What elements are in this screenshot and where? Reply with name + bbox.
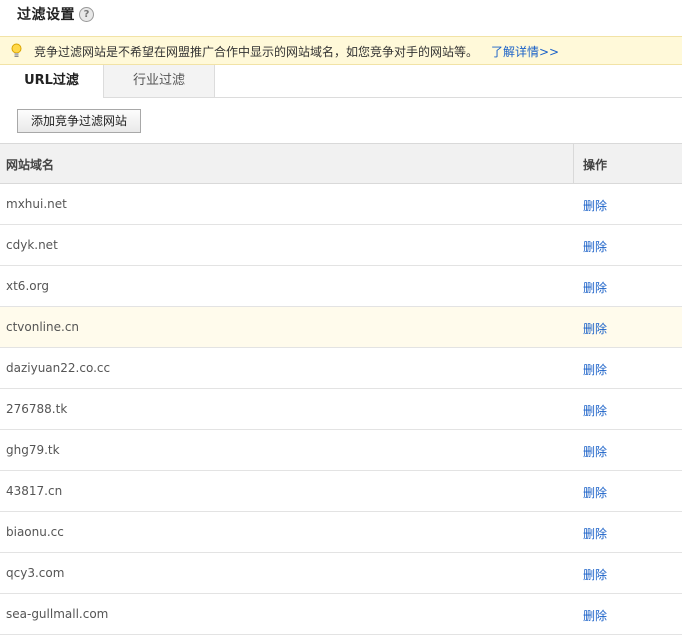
table-row: daziyuan22.co.cc 删除 [0, 348, 682, 389]
domain-cell: xt6.org [6, 279, 49, 293]
notice-text: 竞争过滤网站是不希望在网盟推广合作中显示的网站域名，如您竞争对手的网站等。 [34, 45, 479, 59]
learn-more-link[interactable]: 了解详情>> [491, 43, 559, 60]
domain-cell: ctvonline.cn [6, 320, 80, 334]
table-row: biaonu.cc 删除 [0, 512, 682, 553]
notice-banner: 竞争过滤网站是不希望在网盟推广合作中显示的网站域名，如您竞争对手的网站等。 了解… [0, 36, 682, 65]
domain-cell: sea-gullmall.com [6, 607, 109, 621]
tab-bar: URL过滤 行业过滤 [0, 65, 682, 98]
lightbulb-icon [11, 43, 22, 57]
delete-link[interactable]: 删除 [583, 238, 607, 255]
title-bar: 过滤设置 ? [0, 0, 682, 36]
delete-link[interactable]: 删除 [583, 197, 607, 214]
column-header-action: 操作 [583, 158, 608, 172]
delete-link[interactable]: 删除 [583, 566, 607, 583]
table-row: 43817.cn 删除 [0, 471, 682, 512]
delete-link[interactable]: 删除 [583, 402, 607, 419]
delete-link[interactable]: 删除 [583, 279, 607, 296]
domain-cell: ghg79.tk [6, 443, 60, 457]
tab-industry-filter[interactable]: 行业过滤 [104, 65, 215, 97]
table-row: cdyk.net 删除 [0, 225, 682, 266]
domain-cell: mxhui.net [6, 197, 67, 211]
table-row: xt6.org 删除 [0, 266, 682, 307]
table-row: mxhui.net 删除 [0, 184, 682, 225]
table-row: qcy3.com 删除 [0, 553, 682, 594]
table-body: mxhui.net 删除 cdyk.net 删除 xt6.org 删除 ctvonline.… [0, 184, 682, 635]
delete-link[interactable]: 删除 [583, 443, 607, 460]
domain-cell: daziyuan22.co.cc [6, 361, 111, 375]
delete-link[interactable]: 删除 [583, 607, 607, 624]
domain-cell: cdyk.net [6, 238, 58, 252]
delete-link[interactable]: 删除 [583, 525, 607, 542]
help-icon[interactable]: ? [79, 7, 94, 22]
table-row: sea-gullmall.com 删除 [0, 594, 682, 635]
table-row: 276788.tk 删除 [0, 389, 682, 430]
delete-link[interactable]: 删除 [583, 320, 607, 337]
page-title: 过滤设置 [17, 7, 75, 23]
table-header: 网站域名 操作 [0, 143, 682, 184]
domain-cell: biaonu.cc [6, 525, 64, 539]
column-divider [573, 144, 574, 183]
domain-cell: qcy3.com [6, 566, 65, 580]
delete-link[interactable]: 删除 [583, 361, 607, 378]
table-row: ctvonline.cn 删除 [0, 307, 682, 348]
table-row: ghg79.tk 删除 [0, 430, 682, 471]
filter-table: 网站域名 操作 mxhui.net 删除 cdyk.net 删除 xt6.org 删除 ct… [0, 143, 682, 635]
domain-cell: 43817.cn [6, 484, 63, 498]
add-competitor-site-button[interactable]: 添加竞争过滤网站 [17, 109, 141, 133]
column-header-domain: 网站域名 [6, 158, 55, 172]
delete-link[interactable]: 删除 [583, 484, 607, 501]
domain-cell: 276788.tk [6, 402, 68, 416]
tab-url-filter[interactable]: URL过滤 [0, 65, 104, 98]
